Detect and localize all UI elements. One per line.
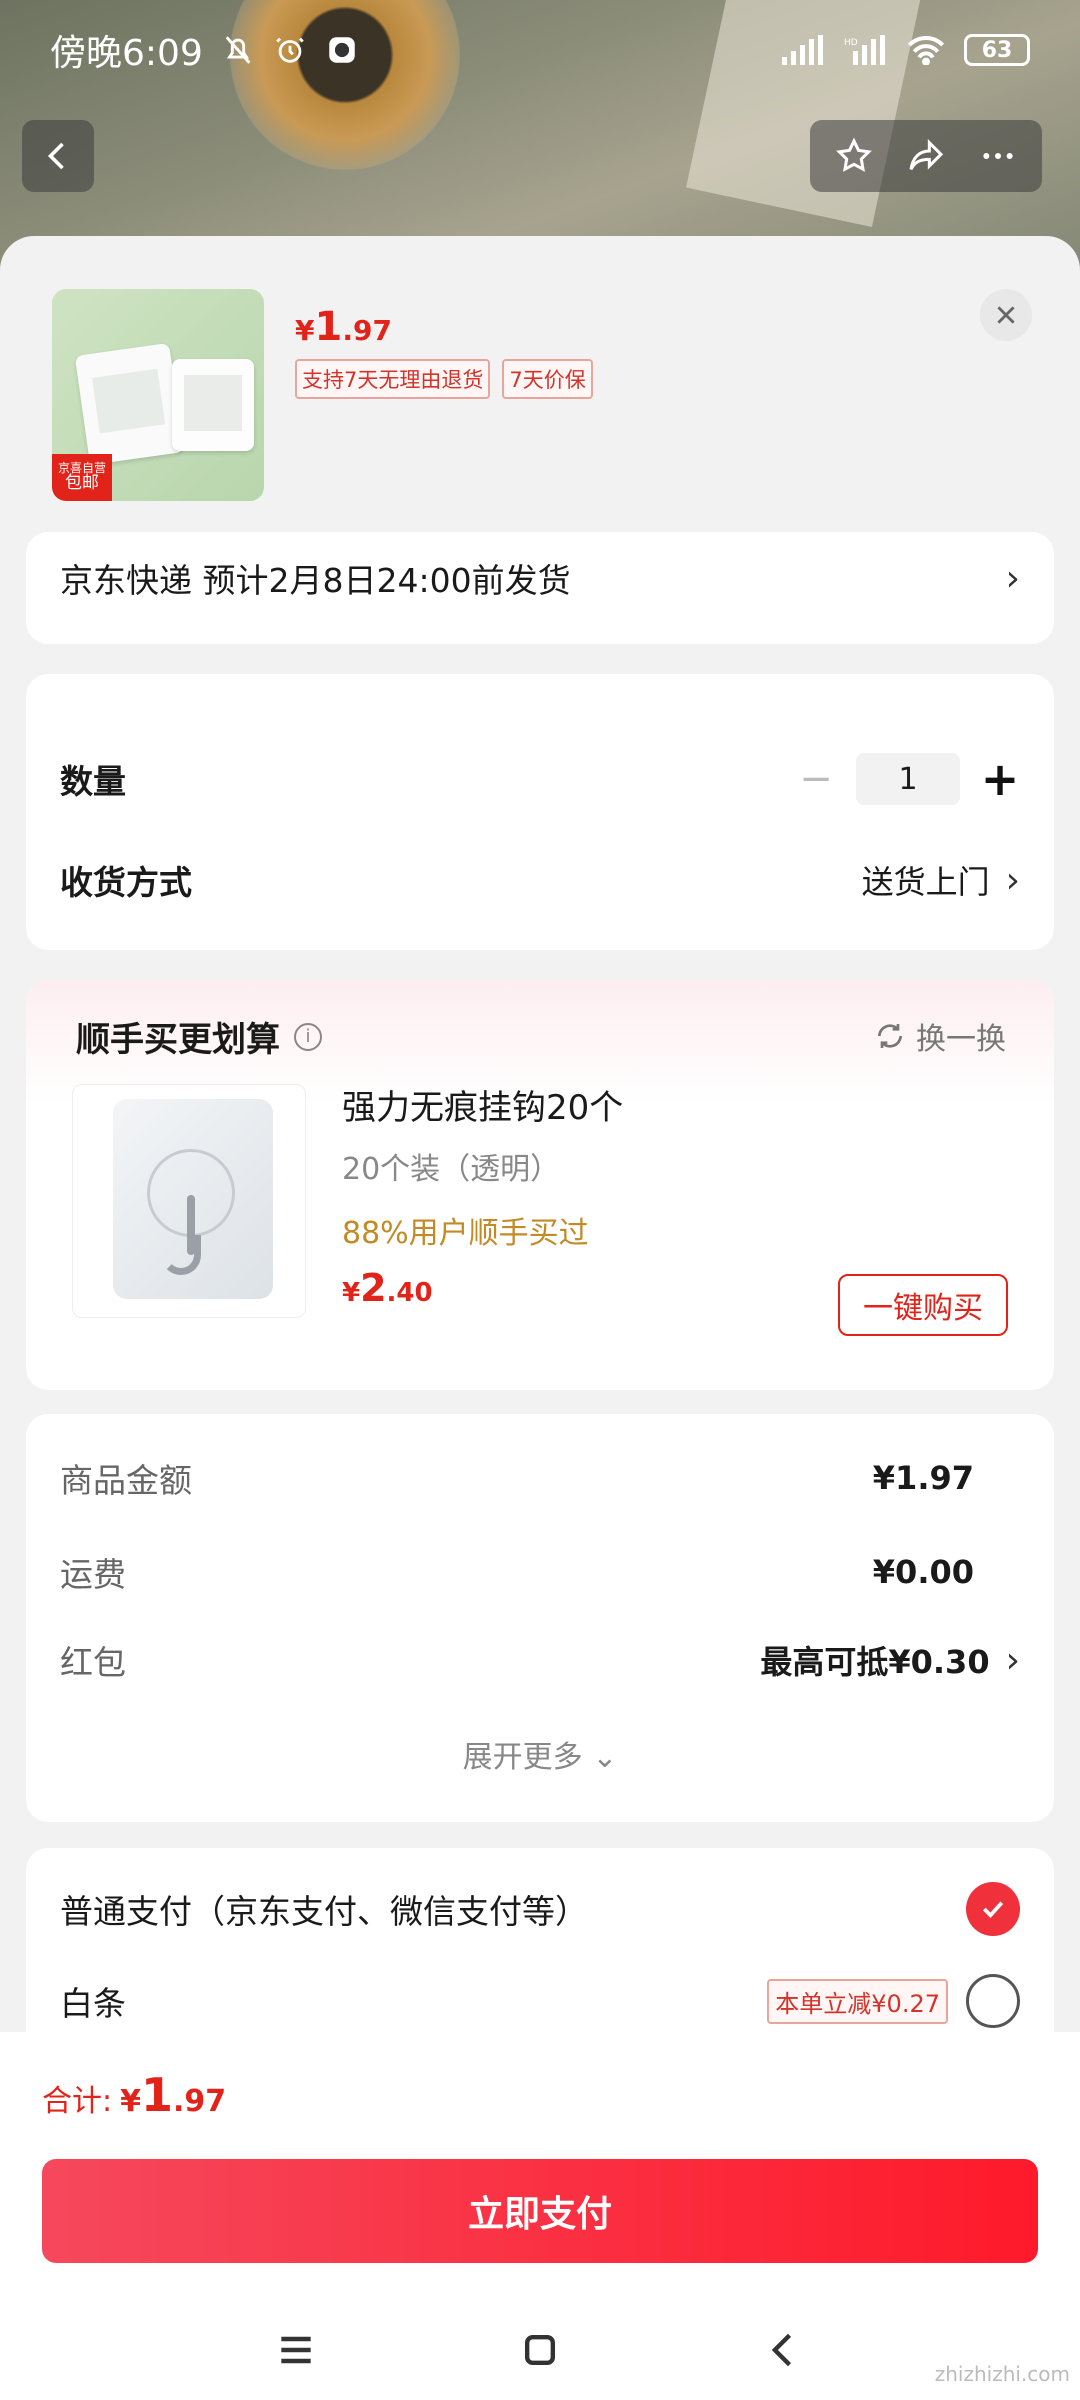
bell-muted-icon bbox=[225, 36, 251, 64]
refresh-label: 换一换 bbox=[916, 1022, 1006, 1057]
normal-payment-label: 普通支付（京东支付、微信支付等） bbox=[60, 1892, 588, 1931]
rec-price-currency: ¥ bbox=[342, 1278, 361, 1308]
fee-summary-card: 商品金额 ¥1.97 运费 ¥0.00 红包 最高可抵¥0.30 › 展开更多 … bbox=[26, 1414, 1054, 1822]
product-header: 京喜自营 包邮 ¥1.97 支持7天无理由退货 7天价保 bbox=[52, 289, 1032, 504]
total-currency: ¥ bbox=[120, 2084, 141, 2119]
receive-method-value: 送货上门 bbox=[861, 863, 990, 901]
home-icon[interactable] bbox=[518, 2328, 562, 2372]
rec-price-decimal: .40 bbox=[386, 1278, 433, 1308]
red-packet-value: 最高可抵¥0.30 bbox=[760, 1643, 990, 1681]
pay-now-button[interactable]: 立即支付 bbox=[42, 2159, 1038, 2263]
delivery-card[interactable]: 京东快递 预计2月8日24:00前发货 › bbox=[26, 532, 1054, 644]
product-thumbnail: 京喜自营 包邮 bbox=[52, 289, 264, 501]
quantity-stepper: − 1 + bbox=[796, 752, 1020, 806]
price-decimal: .97 bbox=[342, 314, 392, 347]
jd-free-shipping-badge: 京喜自营 包邮 bbox=[52, 454, 112, 501]
recommend-product-image[interactable] bbox=[72, 1084, 306, 1318]
recommend-card: 顺手买更划算 i 换一换 强力无痕挂钩20个 20个装（透明） 88%用户顺手买… bbox=[26, 980, 1054, 1390]
menu-icon[interactable] bbox=[274, 2328, 318, 2372]
total-label: 合计: bbox=[42, 2084, 113, 2119]
total-integer: 1 bbox=[140, 2068, 173, 2122]
wifi-icon bbox=[907, 36, 945, 65]
shipping-fee-label: 运费 bbox=[60, 1555, 126, 1594]
service-tags: 支持7天无理由退货 7天价保 bbox=[295, 359, 593, 399]
expand-more-label: 展开更多 bbox=[462, 1740, 583, 1775]
red-packet-label: 红包 bbox=[60, 1643, 126, 1682]
recommend-title: 顺手买更划算 bbox=[76, 1020, 280, 1060]
thermometer-device-1 bbox=[74, 342, 185, 466]
quantity-card: 数量 − 1 + 收货方式 送货上门 › bbox=[26, 674, 1054, 950]
delivery-text: 京东快递 预计2月8日24:00前发货 bbox=[60, 561, 571, 600]
chevron-right-icon: › bbox=[1005, 1639, 1020, 1681]
decrease-button[interactable]: − bbox=[796, 756, 836, 802]
app-notification-icon bbox=[329, 37, 355, 63]
back-button[interactable] bbox=[22, 120, 94, 192]
return-tag: 支持7天无理由退货 bbox=[295, 359, 491, 399]
thermometer-device-2 bbox=[172, 359, 254, 451]
star-icon[interactable] bbox=[834, 136, 874, 176]
status-bar: 傍晚6:09 HD 63 bbox=[0, 0, 1080, 100]
recommend-title-row: 顺手买更划算 i bbox=[76, 1012, 322, 1061]
refresh-icon bbox=[878, 1024, 902, 1048]
battery-indicator: 63 bbox=[964, 34, 1030, 66]
price-currency: ¥ bbox=[295, 314, 315, 347]
more-icon[interactable] bbox=[978, 136, 1018, 176]
chevron-left-icon bbox=[47, 142, 64, 170]
close-button[interactable] bbox=[980, 289, 1032, 341]
alarm-icon bbox=[276, 37, 304, 63]
signal-hd-icon: HD bbox=[844, 35, 885, 65]
chevron-right-icon: › bbox=[1005, 859, 1020, 901]
close-icon bbox=[997, 306, 1015, 324]
baitiao-promo-tag: 本单立减¥0.27 bbox=[767, 1978, 948, 2024]
red-packet-row[interactable]: 红包 最高可抵¥0.30 › bbox=[60, 1636, 1020, 1684]
price-protect-tag: 7天价保 bbox=[502, 359, 593, 399]
baitiao-label: 白条 bbox=[60, 1984, 126, 2023]
recommend-product-hint: 88%用户顺手买过 bbox=[342, 1216, 589, 1251]
unchecked-radio[interactable] bbox=[966, 1974, 1020, 2028]
recommend-product-name[interactable]: 强力无痕挂钩20个 bbox=[342, 1080, 623, 1129]
receive-method-row[interactable]: 收货方式 送货上门 › bbox=[60, 856, 1020, 904]
product-price: ¥1.97 bbox=[295, 304, 392, 350]
rec-price-integer: 2 bbox=[360, 1266, 387, 1310]
goods-amount-value: ¥1.97 bbox=[872, 1459, 974, 1497]
total-decimal: .97 bbox=[173, 2084, 227, 2119]
normal-payment-option[interactable]: 普通支付（京东支付、微信支付等） bbox=[60, 1882, 1020, 1936]
price-integer: 1 bbox=[314, 304, 343, 350]
svg-text:HD: HD bbox=[844, 38, 858, 48]
checked-icon[interactable] bbox=[966, 1882, 1020, 1936]
goods-amount-label: 商品金额 bbox=[60, 1461, 192, 1500]
system-nav-bar bbox=[0, 2300, 1080, 2400]
status-time: 傍晚6:09 bbox=[50, 33, 203, 74]
bottom-pay-bar: 合计: ¥1.97 立即支付 zhizhizhi.com bbox=[0, 2032, 1080, 2400]
chevron-right-icon: › bbox=[1005, 557, 1020, 599]
top-actions bbox=[810, 120, 1042, 192]
badge-bottom-text: 包邮 bbox=[65, 472, 99, 493]
one-click-buy-button[interactable]: 一键购买 bbox=[838, 1274, 1008, 1336]
watermark: zhizhizhi.com bbox=[934, 2362, 1070, 2386]
shipping-fee-value: ¥0.00 bbox=[872, 1553, 974, 1591]
total-amount: 合计: ¥1.97 bbox=[42, 2068, 226, 2122]
recommend-product-price: ¥2.40 bbox=[342, 1266, 433, 1310]
back-icon[interactable] bbox=[762, 2328, 806, 2372]
signal-icon bbox=[782, 35, 823, 65]
receive-method-label: 收货方式 bbox=[60, 863, 192, 902]
share-icon[interactable] bbox=[906, 136, 946, 176]
expand-more-button[interactable]: 展开更多 ⌄ bbox=[26, 1732, 1054, 1776]
refresh-button[interactable]: 换一换 bbox=[874, 1014, 1006, 1058]
info-icon[interactable]: i bbox=[294, 1022, 322, 1051]
increase-button[interactable]: + bbox=[980, 752, 1020, 806]
recommend-product-spec: 20个装（透明） bbox=[342, 1152, 561, 1187]
hook-curve bbox=[161, 1235, 201, 1275]
chevron-down-icon: ⌄ bbox=[592, 1740, 618, 1775]
quantity-input[interactable]: 1 bbox=[856, 753, 960, 805]
baitiao-payment-option[interactable]: 白条 本单立减¥0.27 bbox=[60, 1974, 1020, 2028]
quantity-label: 数量 bbox=[60, 762, 126, 801]
